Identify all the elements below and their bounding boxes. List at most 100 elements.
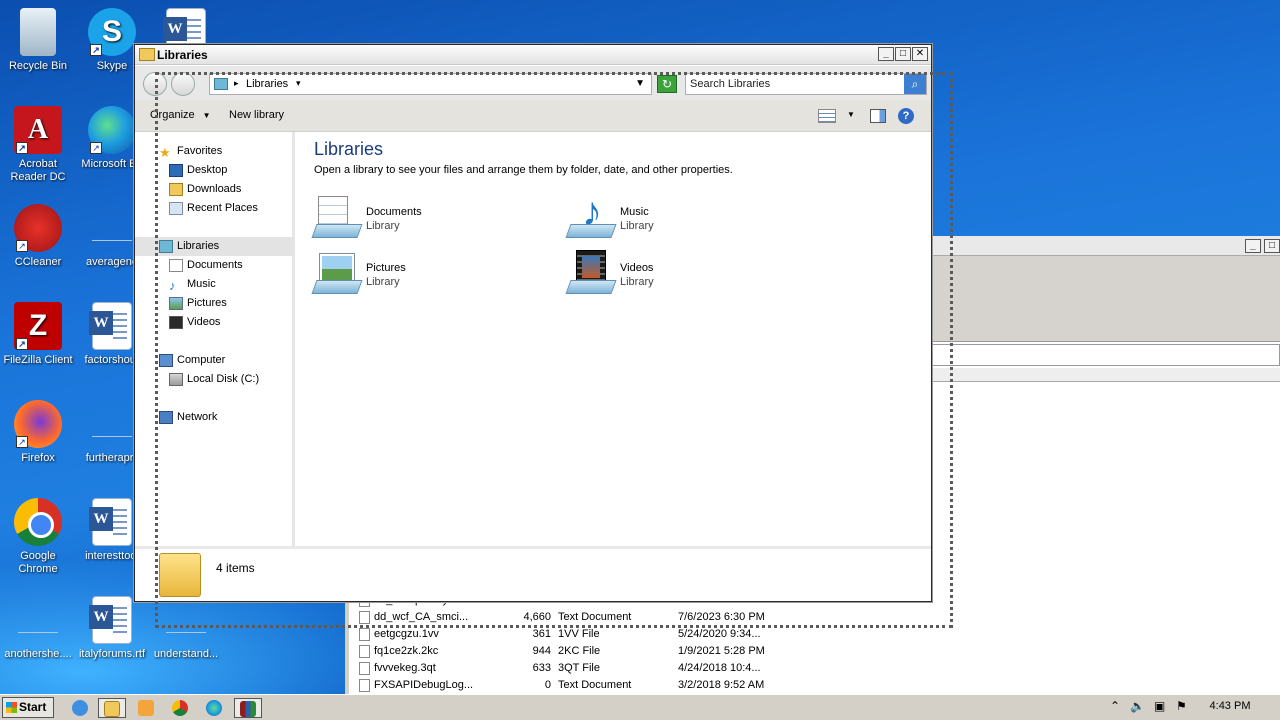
item-count: 4 items (216, 561, 255, 575)
desktop-icon-anothershe[interactable]: anothershe.... (0, 596, 76, 661)
refresh-button[interactable]: ↻ (657, 75, 677, 93)
blank-file-icon (14, 596, 62, 644)
libraries-window[interactable]: Libraries _ □ ✕ ▸ Libraries ▾ ▼ ↻ ⌕ Orga… (134, 44, 932, 602)
nav-item-label: Music (187, 278, 216, 290)
pictures-library-icon (311, 250, 363, 298)
preview-pane-icon[interactable] (870, 109, 886, 123)
file-name: FXSAPIDebugLog... (374, 679, 474, 691)
minimize-button[interactable]: _ (1244, 239, 1261, 253)
desktop-icon (169, 164, 183, 177)
desktop-icon-understand[interactable]: understand... (148, 596, 224, 661)
file-name: fq1ce2zk.2kc (374, 645, 439, 657)
nav-item-local-disk[interactable]: Local Disk (C:) (135, 370, 295, 389)
nav-item-label: Videos (187, 316, 221, 328)
window-titlebar[interactable]: Libraries _ □ ✕ (135, 45, 931, 65)
nav-item-documents[interactable]: Documents (135, 256, 295, 275)
file-row[interactable]: fq1ce2zk.2kc 944 2KC File 1/9/2021 5:28 … (359, 643, 919, 660)
clock[interactable]: 4:43 PM (1200, 700, 1260, 712)
network-status-icon[interactable]: ▣ (1154, 699, 1165, 713)
search-box[interactable]: ⌕ (685, 73, 927, 95)
desktop-icon-label: italyforums.rtf (78, 648, 145, 660)
maximize-button[interactable]: □ (1264, 239, 1280, 253)
desktop-icon-label: Recycle Bin (8, 60, 68, 72)
chevron-right-icon[interactable]: ▸ (234, 78, 239, 89)
back-button[interactable] (143, 72, 167, 96)
desktop-icon-italyforums[interactable]: W italyforums.rtf (74, 596, 150, 661)
show-hidden-icons-icon[interactable]: ⌃ (1110, 699, 1120, 713)
library-videos[interactable]: Videos Library (565, 250, 798, 302)
nav-item-recent-places[interactable]: Recent Places (135, 199, 295, 218)
nav-item-libraries[interactable]: Libraries (135, 237, 295, 256)
navigation-pane: ★ Favorites Desktop Downloads Recent Pla… (135, 132, 295, 546)
help-icon[interactable]: ? (898, 108, 914, 124)
nav-item-label: Pictures (187, 297, 227, 309)
volume-icon[interactable]: 🔈 (1130, 699, 1145, 713)
new-library-button[interactable]: New library (229, 109, 284, 121)
nav-item-desktop[interactable]: Desktop (135, 161, 295, 180)
library-name: Pictures (366, 262, 406, 274)
minimize-button[interactable]: _ (878, 47, 894, 61)
desktop-icon-label: understand... (153, 648, 219, 660)
library-pictures[interactable]: Pictures Library (311, 250, 544, 302)
desktop-icon-firefox[interactable]: ↗ Firefox (0, 400, 76, 465)
taskbar-explorer[interactable] (98, 698, 126, 718)
network-icon (159, 411, 173, 424)
nav-item-favorites[interactable]: ★ Favorites (135, 142, 295, 161)
chevron-down-icon[interactable]: ▾ (296, 78, 301, 89)
maximize-button[interactable]: □ (895, 47, 911, 61)
file-type: 1VV File (558, 628, 600, 640)
desktop-icon-ccleaner[interactable]: ↗ CCleaner (0, 204, 76, 269)
desktop-icon-label: furtherapril (85, 452, 139, 464)
nav-item-network[interactable]: Network (135, 408, 295, 427)
search-icon[interactable]: ⌕ (904, 74, 926, 94)
taskbar-edge[interactable] (200, 698, 228, 718)
start-button[interactable]: Start (2, 697, 54, 718)
file-type: 3QT File (558, 662, 600, 674)
file-row[interactable]: fvvvekeg.3qt 633 3QT File 4/24/2018 10:4… (359, 660, 919, 677)
word-document-icon: W (89, 302, 132, 350)
forward-button[interactable] (171, 72, 195, 96)
breadcrumb[interactable]: Libraries (246, 78, 288, 90)
file-icon (359, 628, 370, 641)
desktop-icon-recycle-bin[interactable]: Recycle Bin (0, 8, 76, 73)
ccleaner-icon: ↗ (14, 204, 62, 252)
chevron-down-icon[interactable]: ▼ (847, 110, 855, 119)
recycle-bin-icon (20, 8, 56, 56)
library-type: Library (366, 276, 400, 288)
nav-item-music[interactable]: ♪ Music (135, 275, 295, 294)
file-row[interactable]: FXSAPIDebugLog... 0 Text Document 3/2/20… (359, 677, 919, 694)
file-type: Text Document (558, 611, 632, 623)
nav-item-label: Recent Places (187, 202, 258, 214)
desktop-icon-chrome[interactable]: Google Chrome (0, 498, 76, 576)
action-center-flag-icon[interactable]: ⚑ (1176, 699, 1187, 713)
address-bar[interactable]: ▸ Libraries ▾ ▼ (209, 73, 652, 95)
file-row[interactable]: eetgcgzu.1vv 361 1VV File 5/24/2020 9:34… (359, 626, 919, 643)
blank-file-icon (162, 596, 210, 644)
word-document-icon: W (89, 498, 132, 546)
organize-menu[interactable]: Organize ▼ (150, 109, 211, 121)
address-dropdown-icon[interactable]: ▼ (635, 78, 645, 89)
blank-file-icon (88, 400, 136, 448)
nav-item-videos[interactable]: Videos (135, 313, 295, 332)
nav-item-pictures[interactable]: Pictures (135, 294, 295, 313)
background-window-address[interactable] (932, 344, 1280, 366)
desktop-icon-filezilla[interactable]: Z ↗ FileZilla Client (0, 302, 76, 367)
nav-item-computer[interactable]: Computer (135, 351, 295, 370)
background-window-header (930, 368, 1280, 382)
nav-item-label: Libraries (177, 240, 220, 252)
nav-item-downloads[interactable]: Downloads (135, 180, 295, 199)
libraries-icon (159, 240, 173, 253)
view-options-icon[interactable] (818, 109, 836, 123)
desktop-icon-acrobat[interactable]: A ↗ Acrobat Reader DC (0, 106, 76, 184)
library-music[interactable]: ♪ Music Library (565, 192, 798, 246)
taskbar-ie[interactable] (66, 698, 94, 718)
taskbar-media-player[interactable] (132, 698, 160, 718)
taskbar-chrome[interactable] (166, 698, 194, 718)
taskbar-winrar[interactable] (234, 698, 262, 718)
hard-drive-icon (169, 373, 183, 386)
file-row[interactable]: dd_wcf_CA_smci... 4,660 Text Document 7/… (359, 609, 919, 626)
search-input[interactable] (690, 77, 900, 91)
library-documents[interactable]: Documents Library (311, 194, 544, 246)
close-button[interactable]: ✕ (912, 47, 928, 61)
window-title: Libraries (157, 48, 208, 62)
